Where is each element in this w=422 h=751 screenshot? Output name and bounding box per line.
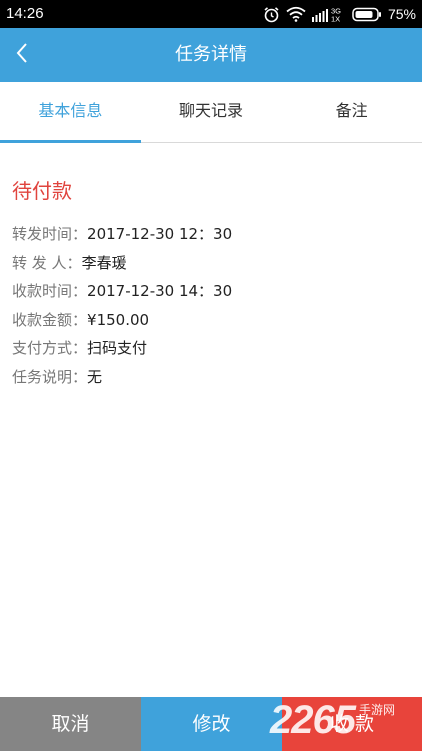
info-row-collect-time: 收款时间：2017-12-30 14：30 — [12, 277, 412, 306]
task-status: 待付款 — [12, 179, 72, 203]
info-separator: ： — [72, 339, 88, 358]
collect-payment-button[interactable]: 收 款 — [282, 697, 422, 751]
info-value: ¥150.00 — [87, 310, 150, 329]
info-label: 转 发 人 — [12, 253, 67, 272]
info-label: 任务说明 — [12, 367, 73, 386]
svg-text:1X: 1X — [331, 14, 340, 23]
signal-icon: 3G 1X — [311, 6, 346, 23]
info-value: 李春瑗 — [81, 253, 127, 272]
info-separator: ： — [72, 367, 88, 386]
info-separator: ： — [72, 310, 88, 329]
info-separator: ： — [72, 225, 88, 243]
page-title: 任务详情 — [175, 44, 247, 65]
info-label: 收款金额 — [12, 310, 73, 329]
alarm-icon — [263, 6, 280, 23]
battery-percent: 75% — [387, 6, 416, 22]
info-row-forwarder: 转 发 人：李春瑗 — [12, 249, 412, 278]
info-separator: ： — [72, 282, 88, 301]
status-time: 14:26 — [6, 5, 44, 22]
info-value: 扫码支付 — [87, 339, 148, 358]
info-separator: ： — [66, 253, 82, 272]
info-list: 转发时间：2017-12-30 12：30 转 发 人：李春瑗 收款时间：201… — [12, 220, 412, 392]
status-icons: 3G 1X 75% — [263, 4, 416, 24]
cancel-button[interactable]: 取消 — [0, 697, 141, 751]
info-row-forward-time: 转发时间：2017-12-30 12：30 — [12, 220, 412, 249]
tab-notes[interactable]: 备注 — [281, 82, 422, 142]
info-row-description: 任务说明：无 — [12, 363, 412, 392]
info-row-payment-method: 支付方式：扫码支付 — [12, 334, 412, 363]
status-bar: 14:26 3G 1X 75% — [0, 0, 422, 28]
info-label: 收款时间 — [12, 282, 73, 301]
info-row-amount: 收款金额：¥150.00 — [12, 306, 412, 335]
info-value: 2017-12-30 12：30 — [87, 225, 233, 243]
info-label: 转发时间 — [12, 225, 73, 243]
info-value: 无 — [87, 367, 103, 386]
info-label: 支付方式 — [12, 339, 73, 358]
action-bar: 取消 修改 收 款 — [0, 697, 422, 751]
battery-icon — [352, 7, 382, 22]
tab-bar: 基本信息 聊天记录 备注 — [0, 82, 422, 143]
task-detail: 待付款 转发时间：2017-12-30 12：30 转 发 人：李春瑗 收款时间… — [12, 143, 412, 392]
info-value: 2017-12-30 14：30 — [87, 282, 233, 301]
app-header: 任务详情 — [0, 28, 422, 82]
edit-button[interactable]: 修改 — [141, 697, 282, 751]
tab-chat-history[interactable]: 聊天记录 — [141, 82, 282, 142]
tab-basic-info[interactable]: 基本信息 — [0, 82, 141, 143]
wifi-icon — [286, 6, 306, 22]
